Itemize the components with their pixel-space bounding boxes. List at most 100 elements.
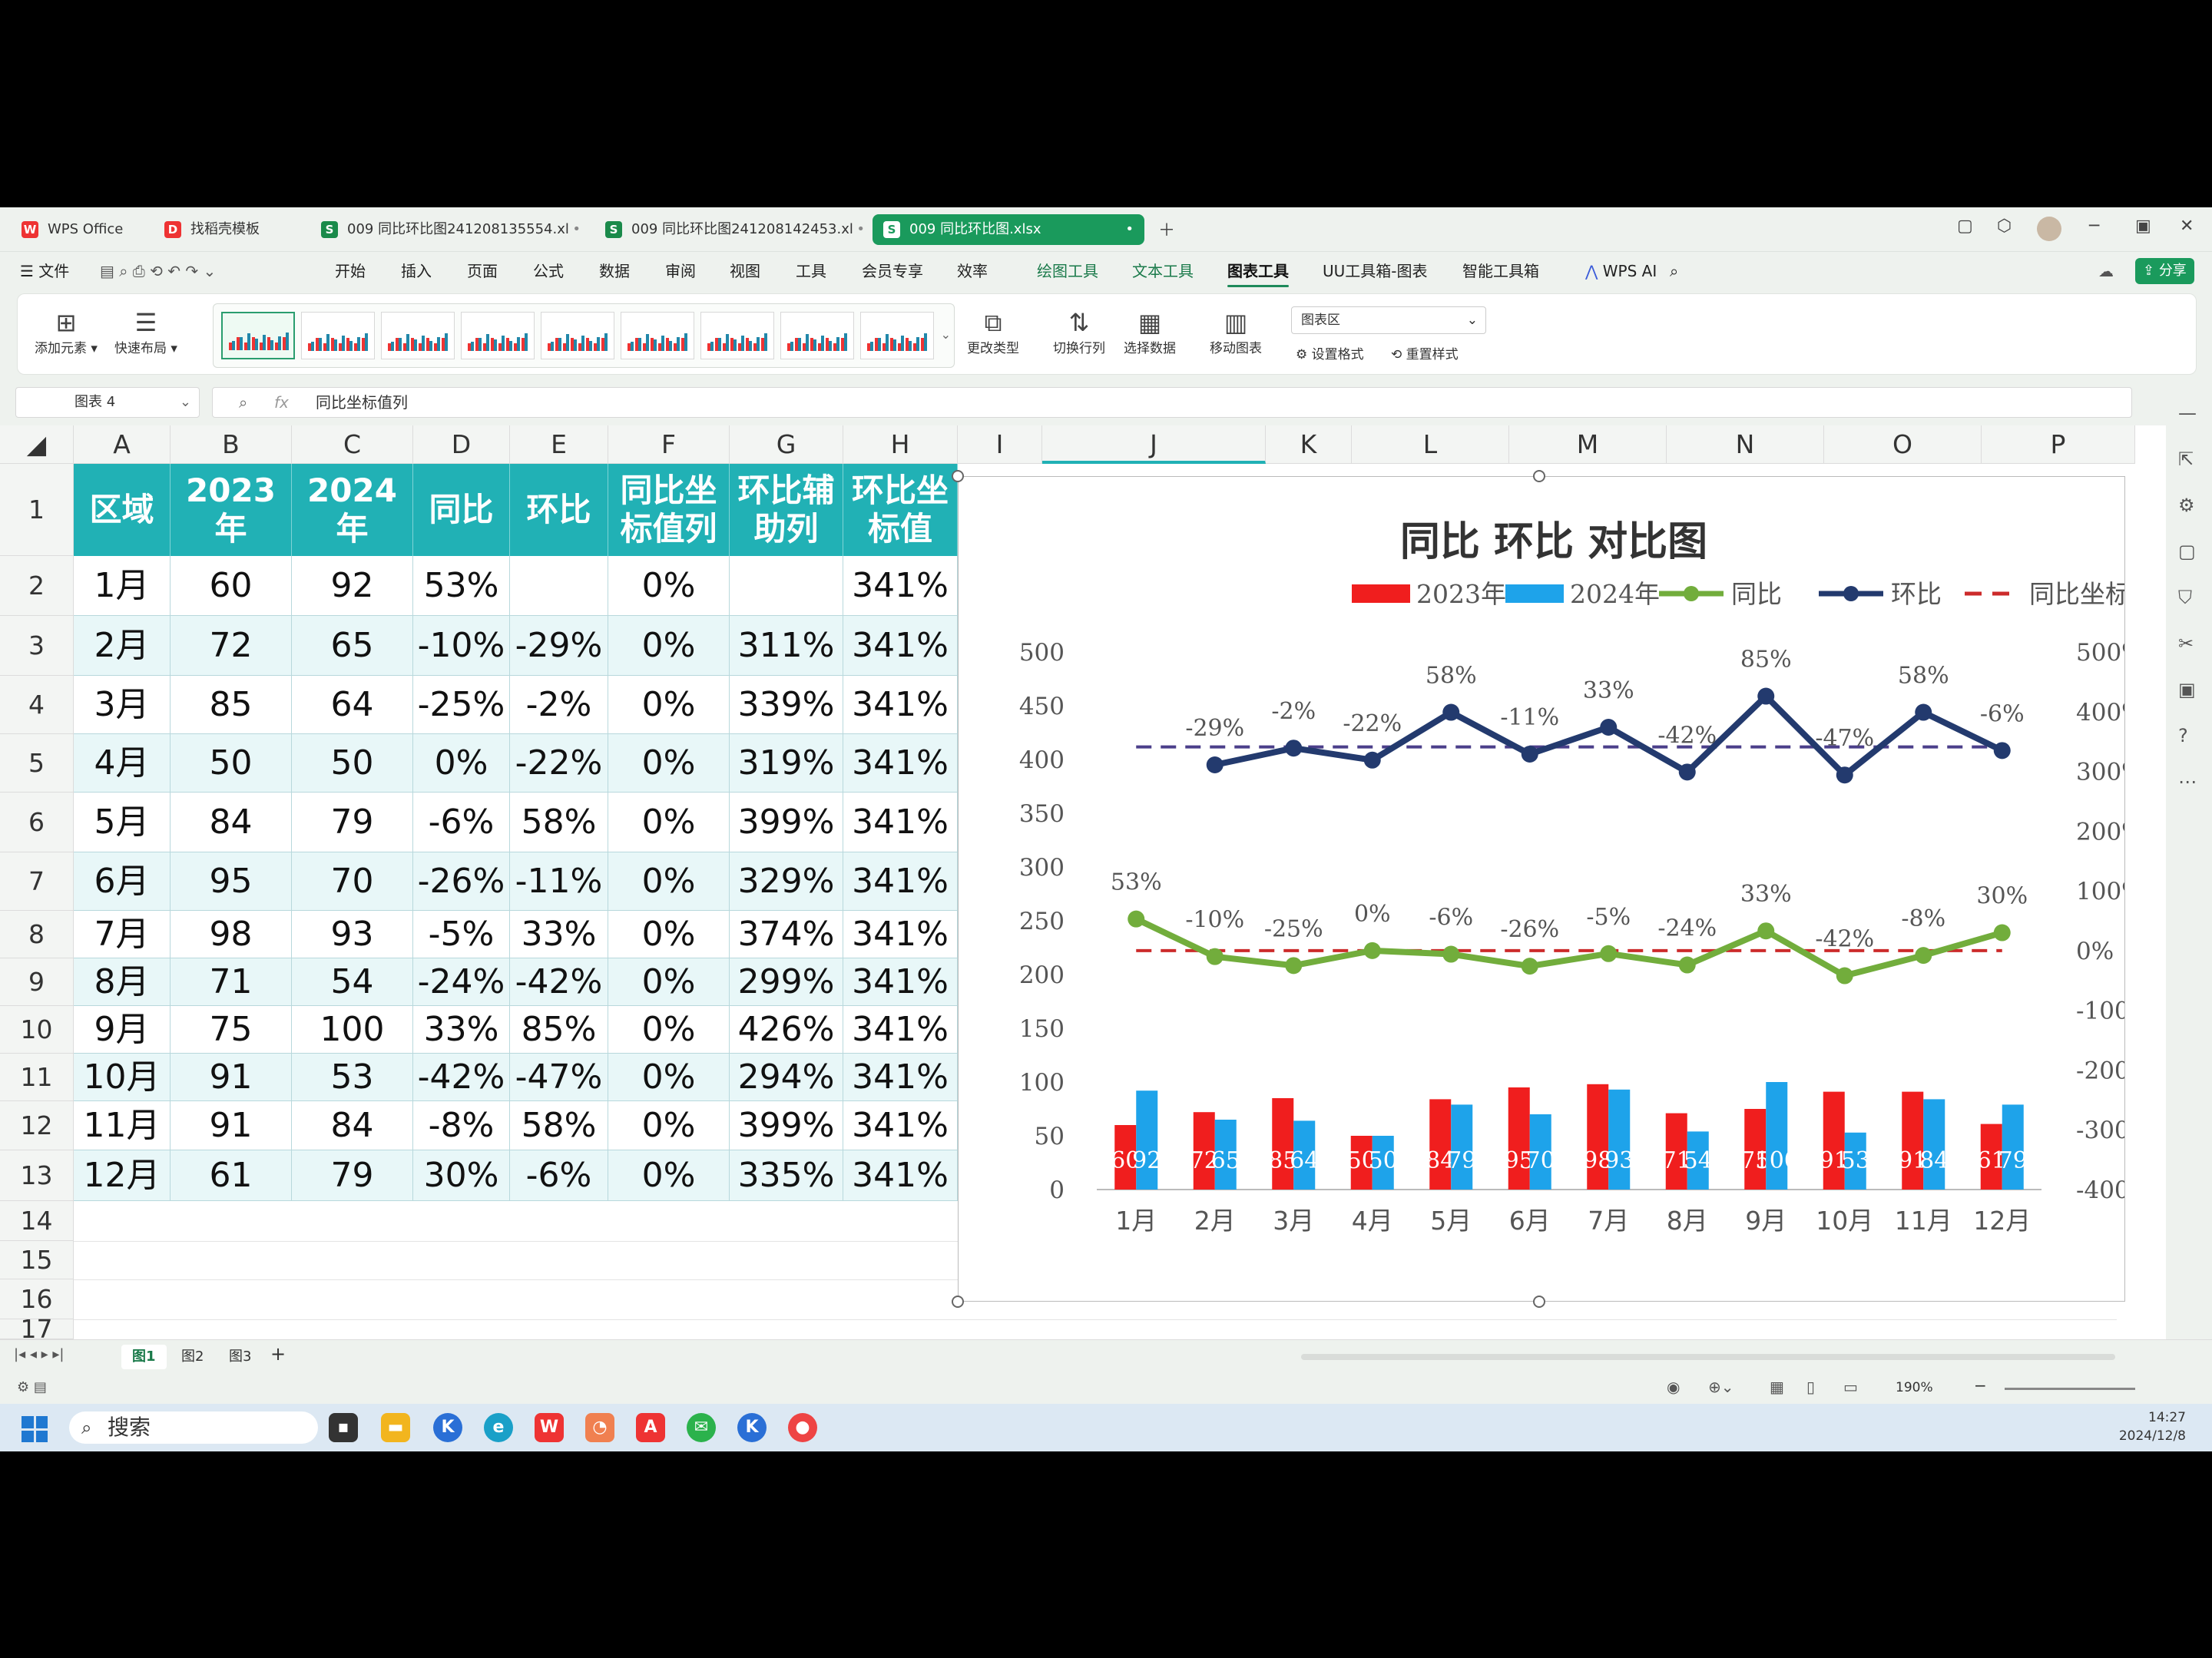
table-cell[interactable]: 4月 xyxy=(74,734,171,793)
table-header-cell[interactable]: 区域 xyxy=(74,464,171,556)
wechat-icon[interactable]: ✉ xyxy=(687,1413,716,1442)
tab-close-icon[interactable]: • xyxy=(1125,214,1134,245)
menu-wps-ai[interactable]: ⋀ WPS AI xyxy=(1585,252,1657,290)
table-header-cell[interactable]: 2024年 xyxy=(292,464,413,556)
table-cell[interactable]: 341% xyxy=(843,1054,958,1101)
table-cell[interactable]: 53% xyxy=(413,556,510,616)
tab-wps-office[interactable]: W WPS Office xyxy=(11,214,146,245)
chart-area-select[interactable]: 图表区 ⌄ xyxy=(1291,306,1486,334)
add-element-button[interactable]: ⊞ 添加元素 ▾ xyxy=(35,308,98,356)
wps-taskbar-icon[interactable]: W xyxy=(535,1413,564,1442)
table-cell[interactable]: -10% xyxy=(413,616,510,676)
table-cell[interactable]: 341% xyxy=(843,1150,958,1201)
column-header[interactable]: B xyxy=(171,425,292,464)
row-header[interactable]: 5 xyxy=(0,734,74,793)
zoom-out-icon[interactable]: − xyxy=(1974,1376,1987,1395)
table-cell[interactable]: 374% xyxy=(730,911,843,958)
menu-efficiency[interactable]: 效率 xyxy=(957,252,988,290)
table-cell[interactable]: 12月 xyxy=(74,1150,171,1201)
table-cell[interactable]: 0% xyxy=(608,676,730,734)
table-cell[interactable]: 3月 xyxy=(74,676,171,734)
table-header-cell[interactable]: 环比坐 标值 xyxy=(843,464,958,556)
menu-home[interactable]: 开始 xyxy=(335,252,366,290)
macro-icon[interactable]: ⚙ ▤ xyxy=(17,1379,47,1395)
table-cell[interactable]: 79 xyxy=(292,1150,413,1201)
k-app2-icon[interactable]: K xyxy=(737,1413,767,1442)
menu-data[interactable]: 数据 xyxy=(599,252,630,290)
sheet-nav-icon[interactable]: |◂ ◂ ▸ ▸| xyxy=(14,1346,64,1362)
tab-file-active[interactable]: S 009 同比环比图.xlsx • xyxy=(873,214,1144,245)
record-icon[interactable]: ● xyxy=(788,1413,817,1442)
position-icon[interactable]: ⊕⌄ xyxy=(1708,1378,1734,1396)
row-header[interactable]: 11 xyxy=(0,1054,74,1101)
cursor-icon[interactable]: ⇱ xyxy=(2178,448,2194,470)
table-header-cell[interactable]: 2023年 xyxy=(171,464,292,556)
table-cell[interactable]: 341% xyxy=(843,676,958,734)
row-header[interactable]: 10 xyxy=(0,1006,74,1054)
table-cell[interactable]: -5% xyxy=(413,911,510,958)
media-icon[interactable]: ▣ xyxy=(2178,679,2196,700)
share-button[interactable]: ⇪ 分享 xyxy=(2135,258,2194,284)
table-cell[interactable]: 0% xyxy=(608,616,730,676)
table-cell[interactable]: 33% xyxy=(510,911,608,958)
menu-formula[interactable]: 公式 xyxy=(533,252,564,290)
table-cell[interactable]: 319% xyxy=(730,734,843,793)
eye-icon[interactable]: ◉ xyxy=(1667,1378,1680,1396)
tab-file-1[interactable]: S 009 同比环比图241208135554.xl • xyxy=(310,214,591,245)
chart-style-thumbnail[interactable] xyxy=(860,312,934,359)
change-type-button[interactable]: ⧉ 更改类型 xyxy=(967,308,1019,356)
row-header[interactable]: 14 xyxy=(0,1201,74,1241)
column-header[interactable]: D xyxy=(413,425,510,464)
avatar[interactable] xyxy=(2037,217,2061,241)
formula-input[interactable]: ⌕ fx 同比坐标值列 xyxy=(212,387,2132,418)
chart-style-thumbnail[interactable] xyxy=(541,312,614,359)
table-cell[interactable]: 60 xyxy=(171,556,292,616)
table-cell[interactable]: 311% xyxy=(730,616,843,676)
tab-file-2[interactable]: S 009 同比环比图241208142453.xl • xyxy=(594,214,876,245)
table-cell[interactable]: -6% xyxy=(510,1150,608,1201)
table-cell[interactable]: 0% xyxy=(608,852,730,911)
table-cell[interactable]: 0% xyxy=(608,1006,730,1054)
menu-member[interactable]: 会员专享 xyxy=(862,252,923,290)
row-header[interactable]: 4 xyxy=(0,676,74,734)
filter-icon[interactable]: ⛉ xyxy=(2178,587,2192,608)
column-header[interactable]: N xyxy=(1667,425,1824,464)
row-header[interactable]: 8 xyxy=(0,911,74,958)
column-header[interactable]: I xyxy=(958,425,1042,464)
row-header[interactable]: 9 xyxy=(0,958,74,1006)
table-cell[interactable]: 53 xyxy=(292,1054,413,1101)
pdf-icon[interactable]: A xyxy=(636,1413,665,1442)
column-header[interactable]: L xyxy=(1352,425,1509,464)
maximize-icon[interactable]: ▣ xyxy=(2135,217,2151,236)
menu-uu-toolbox[interactable]: UU工具箱-图表 xyxy=(1323,252,1428,290)
table-cell[interactable]: 58% xyxy=(510,793,608,852)
quick-access-icons[interactable]: ▤ ⌕ ⎙ ⟲ ↶ ↷ ⌄ xyxy=(100,252,216,290)
switch-rowcol-button[interactable]: ⇅ 切换行列 xyxy=(1053,308,1105,356)
help-icon[interactable]: ? xyxy=(2178,725,2188,746)
table-cell[interactable]: 0% xyxy=(608,958,730,1006)
menu-tools[interactable]: 工具 xyxy=(796,252,826,290)
row-header[interactable]: 17 xyxy=(0,1316,74,1342)
table-cell[interactable]: 6月 xyxy=(74,852,171,911)
k-app-icon[interactable]: K xyxy=(433,1413,462,1442)
horizontal-scrollbar[interactable] xyxy=(1301,1354,2115,1360)
table-cell[interactable]: -25% xyxy=(413,676,510,734)
table-cell[interactable]: 2月 xyxy=(74,616,171,676)
table-cell[interactable]: 84 xyxy=(171,793,292,852)
row-header[interactable]: 15 xyxy=(0,1241,74,1279)
chart-style-gallery[interactable]: ⌄ xyxy=(213,303,955,368)
restore-icon[interactable]: ▢ xyxy=(1957,217,1973,236)
column-header[interactable]: A xyxy=(74,425,171,464)
table-cell[interactable]: 341% xyxy=(843,556,958,616)
search-icon[interactable]: ⌕ xyxy=(1670,252,1678,290)
table-cell[interactable]: 65 xyxy=(292,616,413,676)
table-cell[interactable] xyxy=(510,556,608,616)
style-icon[interactable]: ▢ xyxy=(2178,541,2196,562)
table-cell[interactable]: 91 xyxy=(171,1101,292,1150)
column-header[interactable]: E xyxy=(510,425,608,464)
row-header[interactable]: 13 xyxy=(0,1150,74,1201)
chart-style-thumbnail[interactable] xyxy=(621,312,694,359)
table-cell[interactable]: 329% xyxy=(730,852,843,911)
select-data-button[interactable]: ▦ 选择数据 xyxy=(1124,308,1176,356)
table-header-cell[interactable]: 环比辅 助列 xyxy=(730,464,843,556)
